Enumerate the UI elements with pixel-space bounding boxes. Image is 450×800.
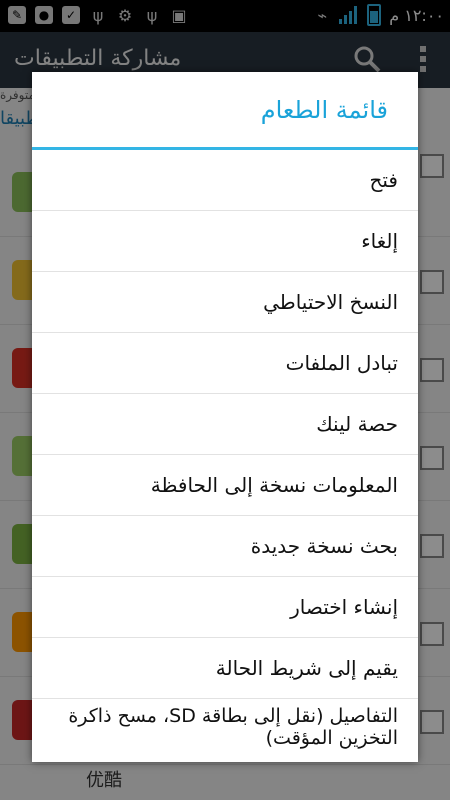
context-menu-dialog: قائمة الطعام فتح إلغاء النسخ الاحتياطي ت…	[32, 72, 418, 762]
menu-item-share-link[interactable]: حصة لينك	[32, 394, 418, 455]
menu-item-open[interactable]: فتح	[32, 150, 418, 211]
menu-item-create-shortcut[interactable]: إنشاء اختصار	[32, 577, 418, 638]
menu-item-pin-statusbar[interactable]: يقيم إلى شريط الحالة	[32, 638, 418, 699]
menu-item-search-version[interactable]: بحث نسخة جديدة	[32, 516, 418, 577]
menu-item-uninstall[interactable]: إلغاء	[32, 211, 418, 272]
menu-item-file-exchange[interactable]: تبادل الملفات	[32, 333, 418, 394]
dialog-title: قائمة الطعام	[32, 72, 418, 150]
menu-item-backup[interactable]: النسخ الاحتياطي	[32, 272, 418, 333]
menu-item-details[interactable]: التفاصيل (نقل إلى بطاقة SD، مسح ذاكرة ال…	[32, 699, 418, 762]
menu-item-copy-info[interactable]: المعلومات نسخة إلى الحافظة	[32, 455, 418, 516]
